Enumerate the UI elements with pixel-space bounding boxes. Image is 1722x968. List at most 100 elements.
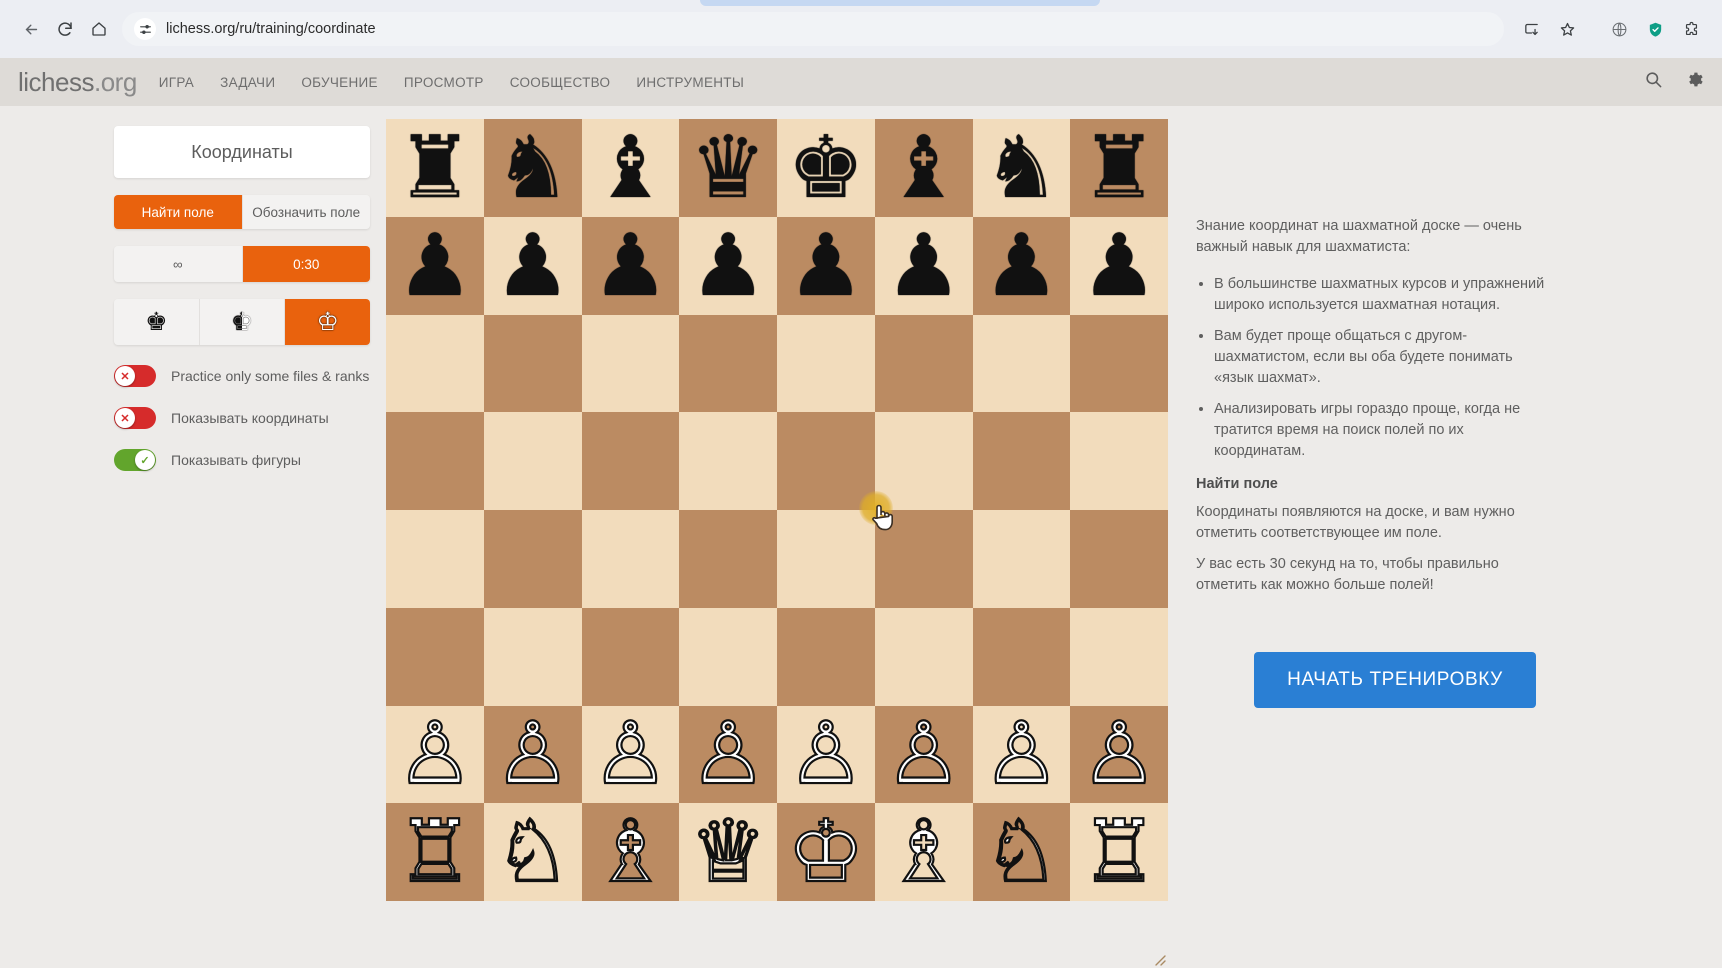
- board-square-e8[interactable]: ♚: [777, 119, 875, 217]
- bookmark-star-icon[interactable]: [1550, 12, 1584, 46]
- board-square-b8[interactable]: ♞: [483, 119, 582, 217]
- site-logo[interactable]: lichess.org: [18, 67, 137, 98]
- nav-item-learn[interactable]: ОБУЧЕНИЕ: [301, 75, 378, 90]
- nav-item-watch[interactable]: ПРОСМОТР: [404, 75, 484, 90]
- board-square-c7[interactable]: ♟: [581, 216, 680, 315]
- board-square-c8[interactable]: ♝: [581, 119, 680, 217]
- board-square-d5[interactable]: [679, 412, 777, 510]
- nav-item-play[interactable]: ИГРА: [159, 75, 194, 90]
- color-option-random[interactable]: ♚: [199, 299, 286, 345]
- board-square-g5[interactable]: [972, 412, 1071, 510]
- home-icon[interactable]: [82, 12, 116, 46]
- board-square-g1[interactable]: ♘: [972, 803, 1071, 901]
- board-square-e6[interactable]: [777, 314, 875, 413]
- toggle-row-show-coordinates[interactable]: ✕ Показывать координаты: [114, 407, 370, 429]
- board-square-h8[interactable]: ♜: [1070, 119, 1168, 217]
- board-square-b1[interactable]: ♘: [483, 803, 582, 901]
- board-square-f6[interactable]: [874, 314, 973, 413]
- start-training-button[interactable]: НАЧАТЬ ТРЕНИРОВКУ: [1254, 652, 1536, 709]
- back-arrow-icon[interactable]: [14, 12, 48, 46]
- board-square-h6[interactable]: [1070, 314, 1168, 413]
- board-square-c1[interactable]: ♗: [581, 803, 680, 901]
- board-square-a6[interactable]: [386, 314, 484, 413]
- board-square-h4[interactable]: [1070, 510, 1168, 608]
- site-settings-icon[interactable]: [134, 18, 156, 40]
- board-square-d2[interactable]: ♙: [679, 705, 777, 804]
- reload-icon[interactable]: [48, 12, 82, 46]
- board-square-e5[interactable]: [777, 412, 875, 510]
- board-square-h1[interactable]: ♖: [1070, 803, 1168, 901]
- board-square-f1[interactable]: ♗: [874, 803, 973, 901]
- toggle-show-coordinates[interactable]: ✕: [114, 407, 156, 429]
- nav-item-puzzles[interactable]: ЗАДАЧИ: [220, 75, 275, 90]
- board-square-f2[interactable]: ♙: [874, 705, 973, 804]
- board-square-d6[interactable]: [679, 314, 777, 413]
- board-square-e3[interactable]: [777, 607, 875, 706]
- board-square-c6[interactable]: [581, 314, 680, 413]
- board-square-c2[interactable]: ♙: [581, 705, 680, 804]
- board-square-a5[interactable]: [386, 412, 484, 510]
- board-square-d8[interactable]: ♛: [679, 119, 777, 217]
- time-option-30s[interactable]: 0:30: [242, 246, 370, 282]
- board-square-g6[interactable]: [972, 314, 1071, 413]
- board-square-d1[interactable]: ♕: [679, 803, 777, 901]
- toggle-practice-files-ranks[interactable]: ✕: [114, 365, 156, 387]
- board-square-d4[interactable]: [679, 510, 777, 608]
- board-square-b7[interactable]: ♟: [483, 216, 582, 315]
- board-square-c3[interactable]: [581, 607, 680, 706]
- board-square-a2[interactable]: ♙: [386, 705, 484, 804]
- board-square-f4[interactable]: [874, 510, 973, 608]
- board-square-c5[interactable]: [581, 412, 680, 510]
- chess-piece-icon: ♙: [982, 706, 1061, 803]
- board-square-g4[interactable]: [972, 510, 1071, 608]
- board-square-h2[interactable]: ♙: [1070, 705, 1168, 804]
- board-square-g7[interactable]: ♟: [972, 216, 1071, 315]
- board-square-d3[interactable]: [679, 607, 777, 706]
- extensions-icon[interactable]: [1674, 12, 1708, 46]
- board-square-e4[interactable]: [777, 510, 875, 608]
- board-square-f8[interactable]: ♝: [874, 119, 973, 217]
- board-square-g3[interactable]: [972, 607, 1071, 706]
- tab-find-square[interactable]: Найти поле: [114, 195, 243, 229]
- nav-item-community[interactable]: СООБЩЕСТВО: [510, 75, 611, 90]
- board-square-b3[interactable]: [483, 607, 582, 706]
- color-option-black[interactable]: ♚: [114, 299, 200, 345]
- board-square-f3[interactable]: [874, 607, 973, 706]
- tab-name-square[interactable]: Обозначить поле: [242, 195, 370, 229]
- address-bar[interactable]: lichess.org/ru/training/coordinate: [122, 12, 1504, 46]
- board-square-a3[interactable]: [386, 607, 484, 706]
- board-square-f5[interactable]: [874, 412, 973, 510]
- toggle-row-show-pieces[interactable]: ✓ Показывать фигуры: [114, 449, 370, 471]
- board-square-a7[interactable]: ♟: [386, 216, 484, 315]
- color-option-white[interactable]: ♔: [285, 299, 370, 345]
- nav-item-tools[interactable]: ИНСТРУМЕНТЫ: [636, 75, 744, 90]
- board-square-b5[interactable]: [483, 412, 582, 510]
- board-square-f7[interactable]: ♟: [874, 216, 973, 315]
- board-square-g2[interactable]: ♙: [972, 705, 1071, 804]
- toggle-show-pieces[interactable]: ✓: [114, 449, 156, 471]
- board-square-h3[interactable]: [1070, 607, 1168, 706]
- board-square-c4[interactable]: [581, 510, 680, 608]
- gear-icon[interactable]: [1685, 70, 1704, 94]
- board-square-h7[interactable]: ♟: [1070, 216, 1168, 315]
- board-square-a1[interactable]: ♖: [386, 803, 484, 901]
- install-app-icon[interactable]: [1514, 12, 1548, 46]
- board-square-b2[interactable]: ♙: [483, 705, 582, 804]
- board-square-a8[interactable]: ♜: [386, 119, 484, 217]
- board-square-g8[interactable]: ♞: [972, 119, 1071, 217]
- shield-icon[interactable]: [1638, 12, 1672, 46]
- board-square-e1[interactable]: ♔: [777, 803, 875, 901]
- toggle-row-files-ranks[interactable]: ✕ Practice only some files & ranks: [114, 365, 370, 387]
- resize-handle-icon[interactable]: [1150, 950, 1166, 966]
- board-square-b4[interactable]: [483, 510, 582, 608]
- globe-icon[interactable]: [1602, 12, 1636, 46]
- time-option-infinite[interactable]: ∞: [114, 246, 243, 282]
- board-square-h5[interactable]: [1070, 412, 1168, 510]
- board-square-d7[interactable]: ♟: [679, 216, 777, 315]
- board-square-e2[interactable]: ♙: [777, 705, 875, 804]
- board-square-a4[interactable]: [386, 510, 484, 608]
- board-square-b6[interactable]: [483, 314, 582, 413]
- board-square-e7[interactable]: ♟: [777, 216, 875, 315]
- chessboard[interactable]: ♜ ♞ ♝ ♛ ♚ ♝ ♞ ♜ ♟ ♟ ♟ ♟ ♟ ♟ ♟ ♟ ♙ ♙ ♙ ♙ ♙ ♙ ♙ ♙ ♖ ♘ ♗ ♕ ♔ ♗ ♘ ♖: [386, 119, 1168, 901]
- search-icon[interactable]: [1644, 70, 1663, 94]
